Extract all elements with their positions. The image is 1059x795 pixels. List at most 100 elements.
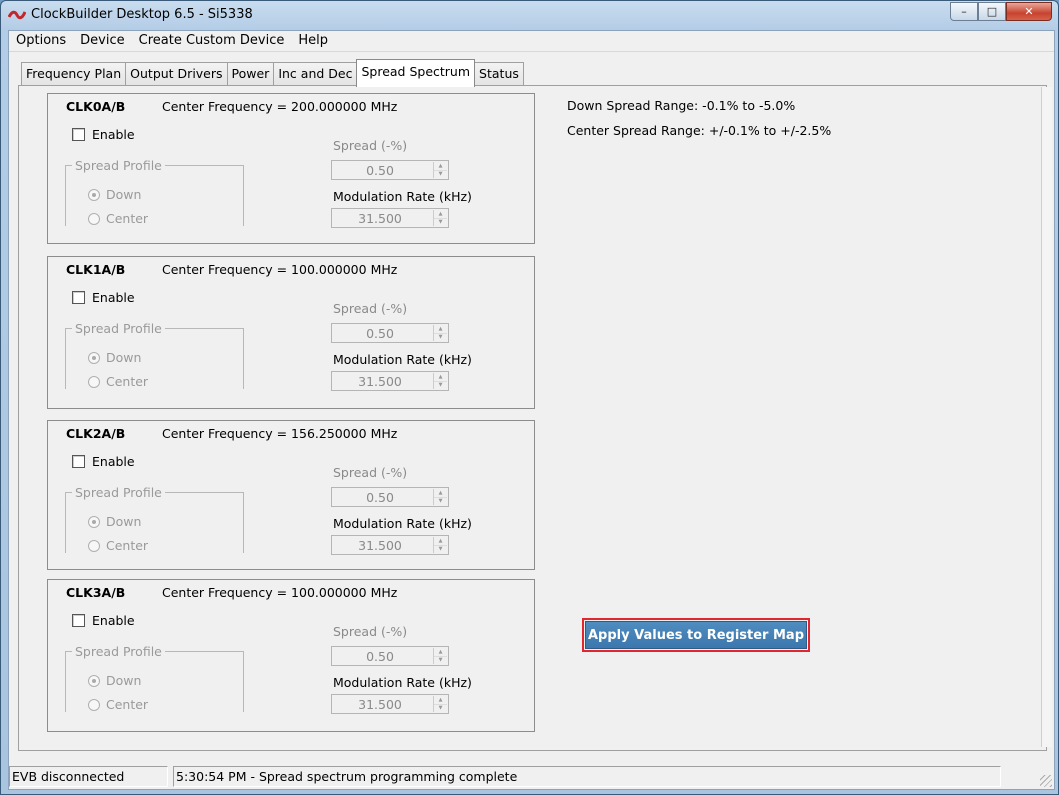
radio-down-label: Down xyxy=(106,350,142,365)
radio-center[interactable]: Center xyxy=(88,538,148,553)
spin-down-icon[interactable]: ▼ xyxy=(434,545,447,553)
enable-label: Enable xyxy=(92,290,135,305)
modulation-rate-spinbox[interactable]: 31.500 ▲ ▼ xyxy=(331,208,449,228)
spread-value: 0.50 xyxy=(366,490,394,505)
enable-label: Enable xyxy=(92,613,135,628)
modulation-rate-label: Modulation Rate (kHz) xyxy=(333,675,472,690)
enable-label: Enable xyxy=(92,454,135,469)
tab-status[interactable]: Status xyxy=(474,62,524,85)
tab-strip: Frequency Plan Output Drivers Power Inc … xyxy=(21,59,524,87)
minimize-button[interactable]: – xyxy=(950,2,978,21)
apply-values-button-highlight[interactable]: Apply Values to Register Map xyxy=(582,618,810,652)
center-frequency: Center Frequency = 100.000000 MHz xyxy=(162,262,398,277)
clock-group-clk2: CLK2A/B Center Frequency = 156.250000 MH… xyxy=(47,420,535,570)
spread-label: Spread (-%) xyxy=(333,138,408,153)
radio-down-label: Down xyxy=(106,514,142,529)
spin-down-icon[interactable]: ▼ xyxy=(434,497,447,505)
radio-center-label: Center xyxy=(106,538,149,553)
modulation-rate-label: Modulation Rate (kHz) xyxy=(333,352,472,367)
menu-options[interactable]: Options xyxy=(9,31,73,51)
spin-down-icon[interactable]: ▼ xyxy=(434,170,447,178)
radio-selected-icon[interactable] xyxy=(88,188,100,201)
tab-power[interactable]: Power xyxy=(226,62,275,85)
radio-center-label: Center xyxy=(106,374,149,389)
radio-selected-icon[interactable] xyxy=(88,515,100,528)
spread-value: 0.50 xyxy=(366,326,394,341)
radio-center[interactable]: Center xyxy=(88,697,148,712)
spread-spinbox[interactable]: 0.50 ▲ ▼ xyxy=(331,646,449,666)
app-window: ClockBuilder Desktop 6.5 - Si5338 – □ ✕ … xyxy=(0,0,1059,795)
tab-spread-spectrum[interactable]: Spread Spectrum xyxy=(356,59,476,87)
spin-down-icon[interactable]: ▼ xyxy=(434,381,447,389)
maximize-button[interactable]: □ xyxy=(978,2,1006,21)
radio-down[interactable]: Down xyxy=(88,187,141,202)
enable-checkbox[interactable]: Enable xyxy=(72,454,135,469)
tab-inc-and-dec[interactable]: Inc and Dec xyxy=(273,62,358,85)
modulation-rate-value: 31.500 xyxy=(358,538,402,553)
spread-value: 0.50 xyxy=(366,649,394,664)
center-frequency: Center Frequency = 156.250000 MHz xyxy=(162,426,398,441)
modulation-rate-value: 31.500 xyxy=(358,211,402,226)
clock-name: CLK2A/B xyxy=(66,426,126,441)
apply-values-button[interactable]: Apply Values to Register Map xyxy=(585,621,807,649)
enable-checkbox[interactable]: Enable xyxy=(72,290,135,305)
radio-center-label: Center xyxy=(106,697,149,712)
clock-name: CLK1A/B xyxy=(66,262,126,277)
spin-down-icon[interactable]: ▼ xyxy=(434,704,447,712)
spread-profile-group: Spread Profile Down Center xyxy=(65,321,244,389)
radio-down[interactable]: Down xyxy=(88,673,141,688)
enable-checkbox[interactable]: Enable xyxy=(72,613,135,628)
tab-output-drivers[interactable]: Output Drivers xyxy=(125,62,228,85)
center-frequency: Center Frequency = 200.000000 MHz xyxy=(162,99,398,114)
radio-down-label: Down xyxy=(106,187,142,202)
modulation-rate-spinbox[interactable]: 31.500 ▲ ▼ xyxy=(331,535,449,555)
checkbox-box[interactable] xyxy=(72,128,85,141)
modulation-rate-value: 31.500 xyxy=(358,374,402,389)
radio-unselected-icon[interactable] xyxy=(88,539,100,552)
radio-center[interactable]: Center xyxy=(88,374,148,389)
radio-unselected-icon[interactable] xyxy=(88,698,100,711)
radio-down[interactable]: Down xyxy=(88,514,141,529)
spread-spinbox[interactable]: 0.50 ▲ ▼ xyxy=(331,323,449,343)
radio-center[interactable]: Center xyxy=(88,211,148,226)
spread-spectrum-page: CLK0A/B Center Frequency = 200.000000 MH… xyxy=(18,85,1047,751)
close-button[interactable]: ✕ xyxy=(1006,2,1052,21)
spread-spinbox[interactable]: 0.50 ▲ ▼ xyxy=(331,160,449,180)
menu-device[interactable]: Device xyxy=(73,31,131,51)
modulation-rate-spinbox[interactable]: 31.500 ▲ ▼ xyxy=(331,694,449,714)
spread-profile-label: Spread Profile xyxy=(72,321,165,336)
spread-profile-label: Spread Profile xyxy=(72,485,165,500)
modulation-rate-value: 31.500 xyxy=(358,697,402,712)
spread-label: Spread (-%) xyxy=(333,624,408,639)
spin-down-icon[interactable]: ▼ xyxy=(434,218,447,226)
spread-spinbox[interactable]: 0.50 ▲ ▼ xyxy=(331,487,449,507)
enable-checkbox[interactable]: Enable xyxy=(72,127,135,142)
spread-profile-label: Spread Profile xyxy=(72,644,165,659)
clock-name: CLK3A/B xyxy=(66,585,126,600)
modulation-rate-spinbox[interactable]: 31.500 ▲ ▼ xyxy=(331,371,449,391)
spin-down-icon[interactable]: ▼ xyxy=(434,656,447,664)
spread-label: Spread (-%) xyxy=(333,301,408,316)
tab-frequency-plan[interactable]: Frequency Plan xyxy=(21,62,127,85)
resize-grip-icon[interactable] xyxy=(1040,775,1052,787)
clock-group-clk1: CLK1A/B Center Frequency = 100.000000 MH… xyxy=(47,256,535,409)
clock-group-clk0: CLK0A/B Center Frequency = 200.000000 MH… xyxy=(47,93,535,244)
radio-selected-icon[interactable] xyxy=(88,351,100,364)
radio-down[interactable]: Down xyxy=(88,350,141,365)
radio-unselected-icon[interactable] xyxy=(88,212,100,225)
vertical-scrollbar[interactable] xyxy=(1041,87,1052,747)
spread-value: 0.50 xyxy=(366,163,394,178)
spread-profile-group: Spread Profile Down Center xyxy=(65,485,244,553)
spread-profile-label: Spread Profile xyxy=(72,158,165,173)
status-message: 5:30:54 PM - Spread spectrum programming… xyxy=(173,766,1001,787)
menu-help[interactable]: Help xyxy=(291,31,335,51)
checkbox-box[interactable] xyxy=(72,291,85,304)
title-bar[interactable]: ClockBuilder Desktop 6.5 - Si5338 – □ ✕ xyxy=(1,1,1058,30)
radio-down-label: Down xyxy=(106,673,142,688)
radio-selected-icon[interactable] xyxy=(88,674,100,687)
radio-unselected-icon[interactable] xyxy=(88,375,100,388)
checkbox-box[interactable] xyxy=(72,455,85,468)
checkbox-box[interactable] xyxy=(72,614,85,627)
menu-create-custom-device[interactable]: Create Custom Device xyxy=(132,31,292,51)
spin-down-icon[interactable]: ▼ xyxy=(434,333,447,341)
